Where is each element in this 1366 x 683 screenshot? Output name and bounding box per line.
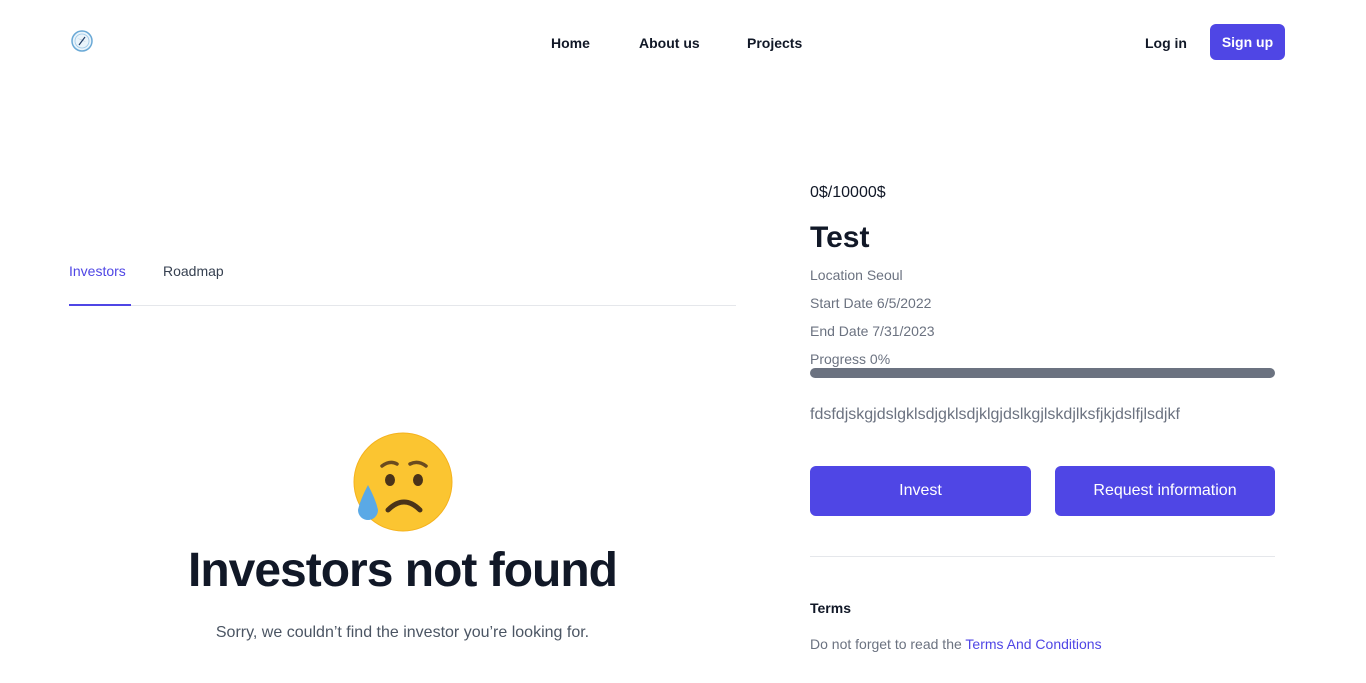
terms-text: Do not forget to read the Terms And Cond… [810,635,1102,653]
empty-state-title: Investors not found [188,544,618,597]
tab-investors[interactable]: Investors [69,262,131,306]
nav-about-link[interactable]: About us [639,34,700,52]
funding-amount: 0$/10000$ [810,184,886,201]
invest-button[interactable]: Invest [810,466,1031,516]
sad-sweat-face-icon [350,430,454,534]
nav-projects-link[interactable]: Projects [747,34,802,52]
empty-state-subtitle: Sorry, we couldn’t find the investor you… [215,624,590,641]
section-divider [810,556,1275,557]
nav-home-link[interactable]: Home [551,34,590,52]
signup-button[interactable]: Sign up [1210,24,1285,60]
progress-bar [810,368,1275,378]
project-description: fdsfdjskgjdslgklsdjgklsdjklgjdslkgjlskdj… [810,406,1180,423]
request-information-button[interactable]: Request information [1055,466,1275,516]
project-end-date: End Date 7/31/2023 [810,323,935,339]
project-title: Test [810,221,870,254]
project-location: Location Seoul [810,267,903,283]
tab-roadmap[interactable]: Roadmap [163,262,224,306]
terms-conditions-link[interactable]: Terms And Conditions [965,636,1101,652]
login-link[interactable]: Log in [1145,34,1187,52]
terms-heading: Terms [810,600,851,616]
tab-bar: Investors Roadmap [69,262,736,306]
terms-prefix: Do not forget to read the [810,636,966,652]
project-start-date: Start Date 6/5/2022 [810,295,932,311]
progress-label: Progress 0% [810,351,891,367]
